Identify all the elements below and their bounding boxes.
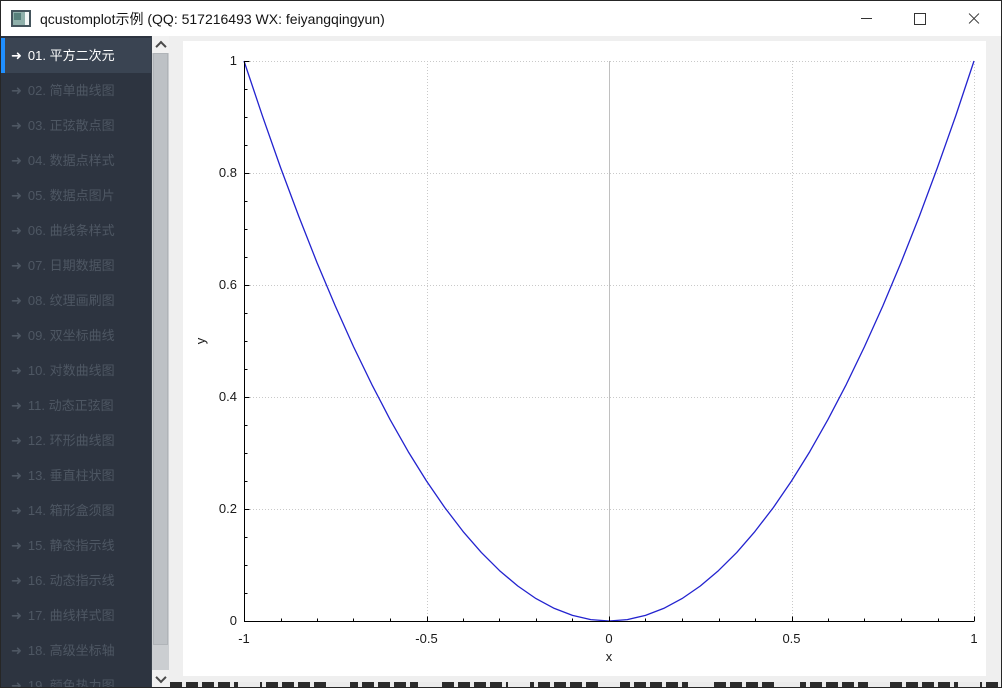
arrow-right-icon: ➜ (11, 223, 22, 238)
scrollbar-track[interactable] (152, 53, 169, 670)
arrow-right-icon: ➜ (11, 643, 22, 658)
scroll-down-button[interactable] (152, 670, 169, 687)
sidebar-item[interactable]: ➜ 12. 环形曲线图 (1, 423, 151, 458)
y-tick-label: 0.2 (219, 501, 237, 516)
sidebar-item-label: 16. 动态指示线 (27, 573, 115, 588)
sidebar-item-label: 01. 平方二次元 (27, 48, 115, 63)
arrow-right-icon: ➜ (11, 678, 22, 687)
titlebar: qcustomplot示例 (QQ: 517216493 WX: feiyang… (1, 1, 1001, 36)
y-tick-label: 1 (230, 53, 237, 68)
sidebar-item-label: 10. 对数曲线图 (27, 363, 115, 378)
app-icon-panel (25, 12, 29, 25)
plot-panel: -1 -0.5 0 0.5 1 0 0.2 0.4 0.6 0.8 1 x y (183, 41, 986, 676)
sidebar-item[interactable]: ➜ 07. 日期数据图 (1, 248, 151, 283)
chevron-up-icon (154, 40, 167, 52)
close-button[interactable] (947, 1, 1001, 36)
sidebar-list: ➜ 01. 平方二次元 ➜ 02. 简单曲线图 ➜ 03. 正弦散点图 ➜ 04. 数据… (1, 36, 151, 687)
x-tick-label: 0.5 (782, 631, 800, 646)
sidebar-item-label: 14. 箱形盒须图 (27, 503, 115, 518)
y-tick-label: 0.6 (219, 277, 237, 292)
arrow-right-icon: ➜ (11, 293, 22, 308)
x-tick-label: -0.5 (415, 631, 437, 646)
sidebar-item-label: 05. 数据点图片 (27, 188, 115, 203)
sidebar-item[interactable]: ➜ 15. 静态指示线 (1, 528, 151, 563)
arrow-right-icon: ➜ (11, 328, 22, 343)
app-window: qcustomplot示例 (QQ: 517216493 WX: feiyang… (0, 0, 1002, 688)
sidebar-item[interactable]: ➜ 02. 简单曲线图 (1, 73, 151, 108)
sidebar-item[interactable]: ➜ 18. 高级坐标轴 (1, 633, 151, 668)
sidebar-item-label: 07. 日期数据图 (27, 258, 115, 273)
arrow-right-icon: ➜ (11, 468, 22, 483)
sidebar-item-label: 19. 颜色热力图 (27, 678, 115, 687)
app-icon-inner (14, 13, 21, 20)
arrow-right-icon: ➜ (11, 433, 22, 448)
x-axis-title: x (606, 649, 613, 664)
arrow-right-icon: ➜ (11, 83, 22, 98)
close-icon (968, 13, 980, 25)
maximize-button[interactable] (893, 1, 947, 36)
arrow-right-icon: ➜ (11, 258, 22, 273)
sidebar-item[interactable]: ➜ 13. 垂直柱状图 (1, 458, 151, 493)
window-title: qcustomplot示例 (QQ: 517216493 WX: feiyang… (40, 10, 385, 27)
sidebar-item-label: 02. 简单曲线图 (27, 83, 115, 98)
sidebar-item[interactable]: ➜ 04. 数据点样式 (1, 143, 151, 178)
arrow-right-icon: ➜ (11, 538, 22, 553)
sidebar-item[interactable]: ➜ 16. 动态指示线 (1, 563, 151, 598)
maximize-icon (914, 12, 926, 25)
y-tick-label: 0 (230, 613, 237, 628)
arrow-right-icon: ➜ (11, 153, 22, 168)
arrow-right-icon: ➜ (11, 398, 22, 413)
sidebar-item[interactable]: ➜ 03. 正弦散点图 (1, 108, 151, 143)
sidebar-item-label: 15. 静态指示线 (27, 538, 115, 553)
sidebar-item[interactable]: ➜ 10. 对数曲线图 (1, 353, 151, 388)
sidebar-item-label: 17. 曲线样式图 (27, 608, 115, 623)
window-body: ➜ 01. 平方二次元 ➜ 02. 简单曲线图 ➜ 03. 正弦散点图 ➜ 04. 数据… (1, 36, 1001, 687)
scroll-up-button[interactable] (152, 36, 169, 53)
arrow-right-icon: ➜ (11, 503, 22, 518)
sidebar-item-label: 13. 垂直柱状图 (27, 468, 115, 483)
arrow-right-icon: ➜ (11, 48, 22, 63)
sidebar-item[interactable]: ➜ 11. 动态正弦图 (1, 388, 151, 423)
app-window-icon (11, 10, 31, 27)
arrow-right-icon: ➜ (11, 188, 22, 203)
x-tick-label: 0 (605, 631, 612, 646)
sidebar-item-label: 08. 纹理画刷图 (27, 293, 115, 308)
sidebar-item[interactable]: ➜ 05. 数据点图片 (1, 178, 151, 213)
sidebar-item-label: 06. 曲线条样式 (27, 223, 115, 238)
chevron-down-icon (154, 671, 167, 683)
sidebar-item[interactable]: ➜ 08. 纹理画刷图 (1, 283, 151, 318)
scrollbar-thumb[interactable] (153, 53, 168, 646)
sidebar-item-label: 11. 动态正弦图 (27, 398, 114, 413)
sidebar-item[interactable]: ➜ 09. 双坐标曲线 (1, 318, 151, 353)
sidebar-item-label: 12. 环形曲线图 (27, 433, 115, 448)
minimize-icon (860, 18, 872, 19)
arrow-right-icon: ➜ (11, 118, 22, 133)
main-area: -1 -0.5 0 0.5 1 0 0.2 0.4 0.6 0.8 1 x y (169, 36, 1001, 687)
sidebar-scrollbar[interactable] (151, 36, 169, 687)
x-tick-label: -1 (238, 631, 250, 646)
sidebar-item[interactable]: ➜ 17. 曲线样式图 (1, 598, 151, 633)
minimize-button[interactable] (839, 1, 893, 36)
sidebar-item-label: 18. 高级坐标轴 (27, 643, 115, 658)
sidebar-item[interactable]: ➜ 19. 颜色热力图 (1, 668, 151, 687)
sidebar-item-label: 09. 双坐标曲线 (27, 328, 115, 343)
window-controls (839, 1, 1001, 36)
sidebar-item[interactable]: ➜ 01. 平方二次元 (1, 38, 151, 73)
plot-canvas[interactable]: -1 -0.5 0 0.5 1 0 0.2 0.4 0.6 0.8 1 x y (183, 41, 986, 676)
sidebar-item[interactable]: ➜ 06. 曲线条样式 (1, 213, 151, 248)
x-tick-label: 1 (970, 631, 977, 646)
arrow-right-icon: ➜ (11, 608, 22, 623)
y-axis-title: y (193, 337, 208, 344)
y-tick-label: 0.4 (219, 389, 237, 404)
background-window-sliver (170, 682, 1000, 687)
arrow-right-icon: ➜ (11, 573, 22, 588)
sidebar-item[interactable]: ➜ 14. 箱形盒须图 (1, 493, 151, 528)
axis-labels: -1 -0.5 0 0.5 1 0 0.2 0.4 0.6 0.8 1 x y (193, 53, 978, 664)
sidebar-item-label: 04. 数据点样式 (27, 153, 115, 168)
y-tick-label: 0.8 (219, 165, 237, 180)
sidebar-item-label: 03. 正弦散点图 (27, 118, 115, 133)
arrow-right-icon: ➜ (11, 363, 22, 378)
